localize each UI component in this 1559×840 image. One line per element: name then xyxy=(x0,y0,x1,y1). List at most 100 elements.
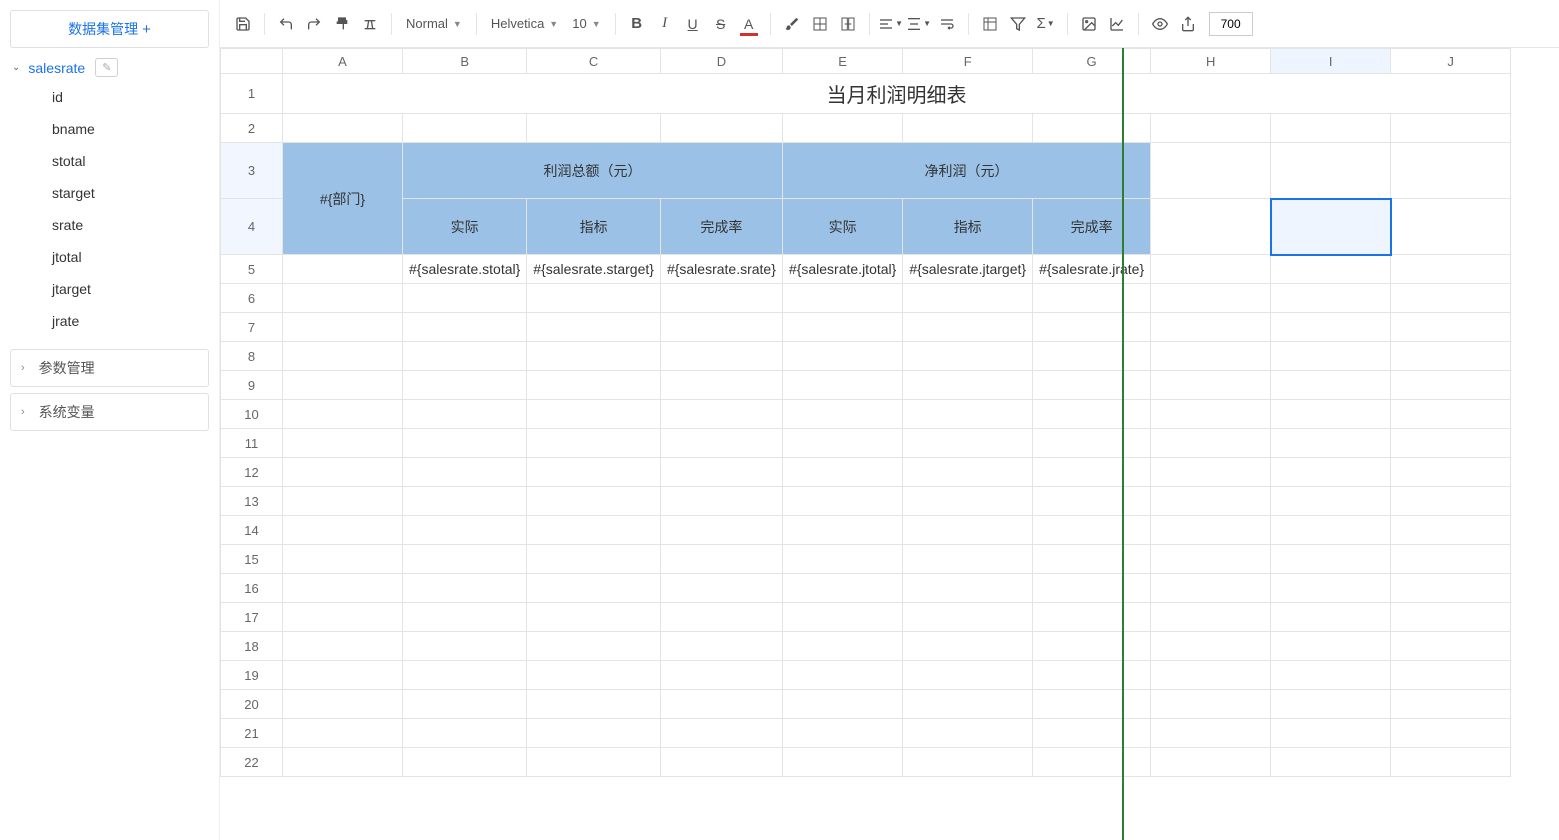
cell[interactable] xyxy=(1391,342,1511,371)
cell[interactable] xyxy=(782,487,902,516)
cell[interactable] xyxy=(1033,114,1151,143)
row-header[interactable]: 15 xyxy=(221,545,283,574)
tree-root-salesrate[interactable]: ⌄ salesrate ✎ xyxy=(10,54,209,81)
cell[interactable] xyxy=(1271,545,1391,574)
cell[interactable] xyxy=(1033,400,1151,429)
cell[interactable] xyxy=(1391,458,1511,487)
cell[interactable] xyxy=(903,516,1033,545)
format-painter-icon[interactable] xyxy=(329,11,355,37)
cell[interactable] xyxy=(660,371,782,400)
tree-leaf[interactable]: bname xyxy=(52,113,209,145)
cell[interactable] xyxy=(782,661,902,690)
cell[interactable] xyxy=(1151,400,1271,429)
cell[interactable] xyxy=(1391,284,1511,313)
cell[interactable] xyxy=(1271,371,1391,400)
cell[interactable] xyxy=(782,632,902,661)
cell[interactable] xyxy=(527,284,661,313)
cell[interactable] xyxy=(403,342,527,371)
cell[interactable] xyxy=(403,313,527,342)
cell[interactable] xyxy=(1271,632,1391,661)
merge-cells-icon[interactable] xyxy=(835,11,861,37)
edit-icon[interactable]: ✎ xyxy=(95,58,118,77)
borders-icon[interactable] xyxy=(807,11,833,37)
cell[interactable] xyxy=(527,661,661,690)
row-header[interactable]: 19 xyxy=(221,661,283,690)
col-header[interactable]: J xyxy=(1391,49,1511,74)
cell[interactable] xyxy=(1391,545,1511,574)
cell[interactable] xyxy=(527,429,661,458)
cell[interactable] xyxy=(403,574,527,603)
cell[interactable] xyxy=(660,342,782,371)
report-title[interactable]: 当月利润明细表 xyxy=(283,74,1511,114)
cell[interactable] xyxy=(403,690,527,719)
cell[interactable] xyxy=(1151,284,1271,313)
cell[interactable] xyxy=(660,516,782,545)
col-header[interactable]: E xyxy=(782,49,902,74)
row-header[interactable]: 21 xyxy=(221,719,283,748)
col-header[interactable]: H xyxy=(1151,49,1271,74)
cell[interactable] xyxy=(1271,661,1391,690)
cell[interactable] xyxy=(283,603,403,632)
cell[interactable] xyxy=(403,458,527,487)
cell[interactable]: #{salesrate.starget} xyxy=(527,255,661,284)
cell[interactable] xyxy=(1151,255,1271,284)
cell[interactable] xyxy=(903,545,1033,574)
cell[interactable] xyxy=(903,487,1033,516)
row-header[interactable]: 17 xyxy=(221,603,283,632)
cell[interactable] xyxy=(903,284,1033,313)
cell[interactable] xyxy=(1151,458,1271,487)
cell[interactable] xyxy=(403,719,527,748)
cell[interactable] xyxy=(1151,371,1271,400)
cell[interactable] xyxy=(1391,313,1511,342)
header-sub[interactable]: 完成率 xyxy=(660,199,782,255)
cell[interactable] xyxy=(1033,429,1151,458)
cell[interactable] xyxy=(527,574,661,603)
cell[interactable] xyxy=(1271,429,1391,458)
cell[interactable] xyxy=(1271,748,1391,777)
row-header[interactable]: 9 xyxy=(221,371,283,400)
cell[interactable] xyxy=(782,458,902,487)
cell[interactable] xyxy=(1033,313,1151,342)
cell[interactable] xyxy=(283,487,403,516)
cell[interactable] xyxy=(1151,487,1271,516)
cell[interactable] xyxy=(1271,342,1391,371)
cell[interactable]: #{salesrate.srate} xyxy=(660,255,782,284)
cell[interactable] xyxy=(903,114,1033,143)
col-header[interactable]: G xyxy=(1033,49,1151,74)
col-header[interactable]: A xyxy=(283,49,403,74)
cell[interactable] xyxy=(660,313,782,342)
col-header[interactable]: C xyxy=(527,49,661,74)
cell[interactable] xyxy=(1151,603,1271,632)
zoom-input[interactable] xyxy=(1209,12,1253,36)
cell[interactable] xyxy=(1271,574,1391,603)
cell[interactable] xyxy=(1033,748,1151,777)
cell[interactable] xyxy=(660,429,782,458)
spreadsheet-grid[interactable]: A B C D E F G H I J 1当月利润明细表23#{部门}利润总额（… xyxy=(220,48,1559,840)
header-sub[interactable]: 指标 xyxy=(527,199,661,255)
row-header[interactable]: 2 xyxy=(221,114,283,143)
row-header[interactable]: 20 xyxy=(221,690,283,719)
cell[interactable] xyxy=(527,603,661,632)
cell[interactable] xyxy=(283,400,403,429)
cell[interactable] xyxy=(1033,719,1151,748)
cell[interactable] xyxy=(527,545,661,574)
cell[interactable] xyxy=(283,284,403,313)
cell[interactable] xyxy=(660,748,782,777)
cell[interactable] xyxy=(1391,255,1511,284)
cell[interactable] xyxy=(903,429,1033,458)
cell[interactable] xyxy=(1033,690,1151,719)
cell[interactable] xyxy=(403,371,527,400)
export-icon[interactable] xyxy=(1175,11,1201,37)
cell[interactable] xyxy=(527,690,661,719)
cell[interactable] xyxy=(1151,690,1271,719)
cell[interactable] xyxy=(660,400,782,429)
cell[interactable] xyxy=(903,719,1033,748)
cell[interactable] xyxy=(403,400,527,429)
row-header[interactable]: 12 xyxy=(221,458,283,487)
cell[interactable] xyxy=(903,458,1033,487)
dataset-manage-panel[interactable]: 数据集管理 + xyxy=(10,10,209,48)
cell[interactable] xyxy=(1271,603,1391,632)
cell[interactable] xyxy=(782,342,902,371)
cell[interactable] xyxy=(782,719,902,748)
cell[interactable] xyxy=(903,632,1033,661)
